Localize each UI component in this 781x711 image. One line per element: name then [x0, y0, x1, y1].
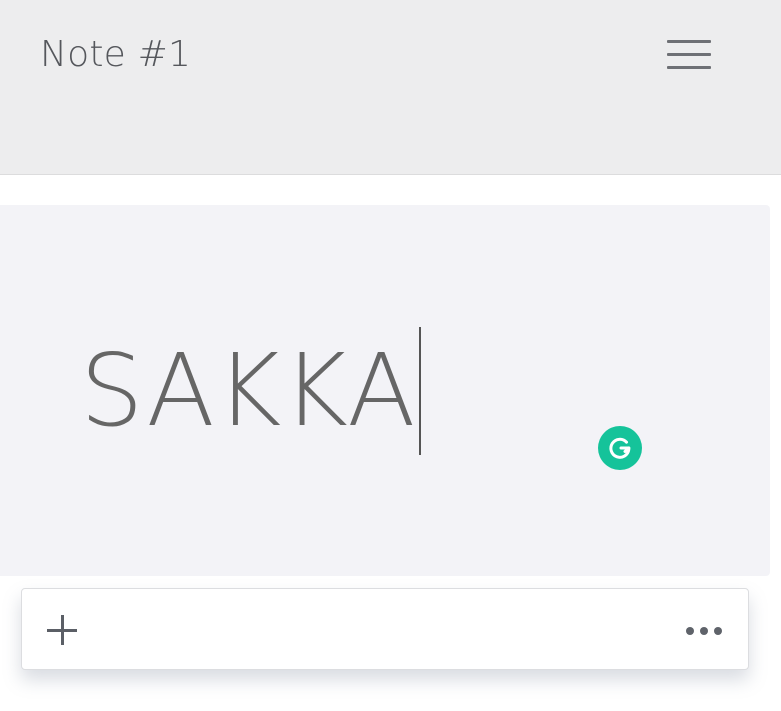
menu-line [667, 40, 711, 43]
ellipsis-icon[interactable] [680, 617, 730, 645]
note-content: SAKKA [80, 332, 417, 449]
plus-bar [60, 615, 64, 645]
note-editor[interactable]: SAKKA [0, 205, 770, 576]
note-text-area[interactable]: SAKKA [80, 327, 421, 455]
note-title: Note #1 [40, 34, 192, 75]
menu-line [667, 53, 711, 56]
text-caret [418, 327, 421, 455]
grammarly-icon[interactable] [598, 426, 642, 470]
menu-line [667, 66, 711, 69]
ellipsis-dot [686, 627, 694, 635]
note-toolbar [21, 588, 749, 670]
ellipsis-dot [700, 627, 708, 635]
plus-icon[interactable] [42, 611, 82, 651]
ellipsis-dot [714, 627, 722, 635]
grammarly-g-glyph [609, 437, 631, 459]
hamburger-menu-icon[interactable] [664, 36, 714, 74]
note-header: Note #1 [0, 0, 781, 175]
